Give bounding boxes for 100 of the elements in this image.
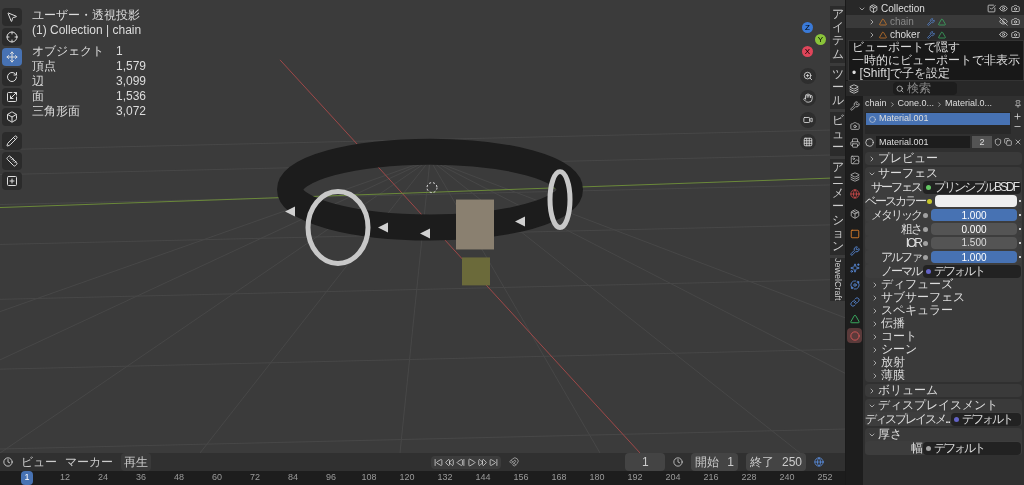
jump-end-icon[interactable] (489, 457, 499, 467)
frame-ruler[interactable]: 1 12 24 36 48 60 72 84 96 108 120 132 144 156 168 180 192 204 216 228 240 252 (0, 471, 845, 485)
slider-field[interactable]: 0.000 (931, 223, 1017, 235)
axis-gizmo[interactable]: Z Y X (788, 22, 828, 62)
hand-icon[interactable] (803, 93, 813, 103)
editor-type-icon[interactable] (3, 457, 13, 467)
user-count[interactable]: 2 (972, 136, 992, 148)
sidebar-tab[interactable]: JewelCraft (830, 258, 845, 301)
tool-button[interactable] (2, 172, 22, 190)
tool-button[interactable] (2, 48, 22, 66)
pointer-icon[interactable] (6, 11, 18, 23)
breadcrumb-item[interactable]: Material.0... (945, 97, 993, 111)
stopwatch-icon[interactable] (673, 457, 684, 467)
field-label: 開始 (695, 454, 720, 471)
copy-icon[interactable] (1004, 138, 1012, 146)
z-axis-handle[interactable]: Z (802, 22, 813, 33)
globe-icon[interactable] (814, 457, 824, 467)
socket-field[interactable]: デフォルト (923, 264, 1021, 278)
search-field[interactable]: 検索 (893, 82, 957, 95)
tool-button[interactable] (2, 108, 22, 126)
editor-type-icon[interactable] (849, 83, 859, 94)
camera-icon[interactable] (1011, 4, 1020, 13)
scale-icon[interactable] (6, 91, 18, 103)
tool-button[interactable] (2, 68, 22, 86)
slot-label: Material.001 (879, 112, 929, 126)
number-field[interactable]: 1.500 (931, 237, 1017, 249)
previous-key-icon[interactable] (445, 457, 455, 467)
panel-title: 厚さ (878, 428, 902, 441)
subpanel-title: コート (881, 330, 917, 343)
eye-icon[interactable] (999, 4, 1008, 13)
panel-header[interactable]: ボリューム (865, 384, 1022, 397)
panel-header[interactable]: サーフェス (865, 167, 1022, 180)
next-key-icon[interactable] (478, 457, 488, 467)
playback-dropdown[interactable]: 再生 (121, 453, 151, 471)
viewport[interactable]: ユーザー・透視投影 (1) Collection | chain オブジェクト 1 頂点 1,579 辺 3,099 面 1,536 三角形面 3,072 Z Y X アイテム ツール ビュー アニメーション JewelCraft (0, 0, 845, 453)
play-reverse-icon[interactable] (456, 457, 466, 467)
tool-button[interactable] (2, 88, 22, 106)
sidebar-tab[interactable]: ツール (830, 65, 845, 110)
end-frame-field[interactable]: 終了 250 (745, 453, 806, 471)
tool-button[interactable] (2, 8, 22, 26)
slider-field[interactable]: 1.000 (931, 251, 1017, 263)
x-axis-handle[interactable]: X (802, 46, 813, 57)
sidebar-tab[interactable]: アイテム (830, 6, 845, 63)
panel-header[interactable]: ディスプレイスメント (865, 399, 1022, 412)
material-slot[interactable]: Material.001 (866, 113, 1010, 125)
add-cube-icon[interactable] (6, 175, 18, 187)
subpanel-header[interactable]: コート (865, 330, 1022, 343)
subpanel-header[interactable]: シーン (865, 343, 1022, 356)
collection-row[interactable]: Collection (846, 2, 1024, 15)
frame-tick: 84 (288, 471, 298, 485)
pencil-icon[interactable] (6, 135, 18, 147)
add-icon[interactable] (1013, 112, 1022, 121)
color-swatch[interactable] (935, 195, 1017, 207)
panel-header[interactable]: プレビュー (865, 152, 1022, 165)
menu-item[interactable]: マーカー (65, 453, 113, 471)
tool-button[interactable] (2, 132, 22, 150)
rotate-icon[interactable] (6, 71, 18, 83)
breadcrumb-item[interactable]: Cone.0... (897, 97, 935, 111)
subpanel-header[interactable]: 伝播 (865, 317, 1022, 330)
checkbox[interactable] (987, 4, 996, 13)
frame-tick: 144 (475, 471, 491, 485)
slider-field[interactable]: 1.000 (931, 209, 1017, 221)
subpanel-header[interactable]: スペキュラー (865, 304, 1022, 317)
subpanel-title: シーン (881, 343, 917, 356)
move-icon[interactable] (6, 51, 18, 63)
socket-field[interactable]: デフォルト (923, 441, 1021, 455)
breadcrumb-item[interactable]: chain (865, 97, 887, 111)
current-frame-field[interactable]: 1 (625, 453, 666, 471)
play-icon[interactable] (467, 457, 477, 467)
shield-icon[interactable] (994, 138, 1002, 146)
zoom-icon[interactable] (803, 71, 813, 81)
subpanel-header[interactable]: サブサーフェス (865, 291, 1022, 304)
object-row[interactable]: choker (846, 28, 1024, 41)
wrench-icon (927, 17, 935, 26)
subpanel-header[interactable]: ディフューズ (865, 278, 1022, 291)
subpanel-header[interactable]: 放射 (865, 356, 1022, 369)
cube-icon[interactable] (6, 111, 18, 123)
subpanel-header[interactable]: 薄膜 (865, 369, 1022, 382)
eye-closed-icon[interactable] (999, 17, 1008, 26)
panel-header[interactable]: 厚さ (865, 428, 1022, 441)
sidebar-tab[interactable]: ビュー (830, 112, 845, 156)
eye-icon[interactable] (999, 30, 1008, 39)
pin-icon[interactable] (1014, 100, 1022, 108)
tool-button[interactable] (2, 152, 22, 170)
sidebar-tab[interactable]: アニメーション (830, 158, 845, 256)
magnet-icon[interactable] (509, 457, 520, 467)
menu-item[interactable]: ビュー (21, 453, 57, 471)
y-axis-handle[interactable]: Y (815, 34, 826, 45)
material-name-field[interactable]: Material.001 (876, 136, 970, 148)
ruler-icon[interactable] (6, 155, 18, 167)
crosshair-icon[interactable] (6, 31, 18, 43)
start-frame-field[interactable]: 開始 1 (691, 453, 738, 471)
camera-icon[interactable] (803, 115, 813, 125)
camera-icon[interactable] (1011, 17, 1020, 26)
camera-icon[interactable] (1011, 30, 1020, 39)
grid-icon[interactable] (803, 137, 813, 147)
close-icon[interactable] (1014, 138, 1022, 146)
tool-button[interactable] (2, 28, 22, 46)
socket-field[interactable]: デフォルト (951, 412, 1021, 426)
jump-start-icon[interactable] (434, 457, 444, 467)
